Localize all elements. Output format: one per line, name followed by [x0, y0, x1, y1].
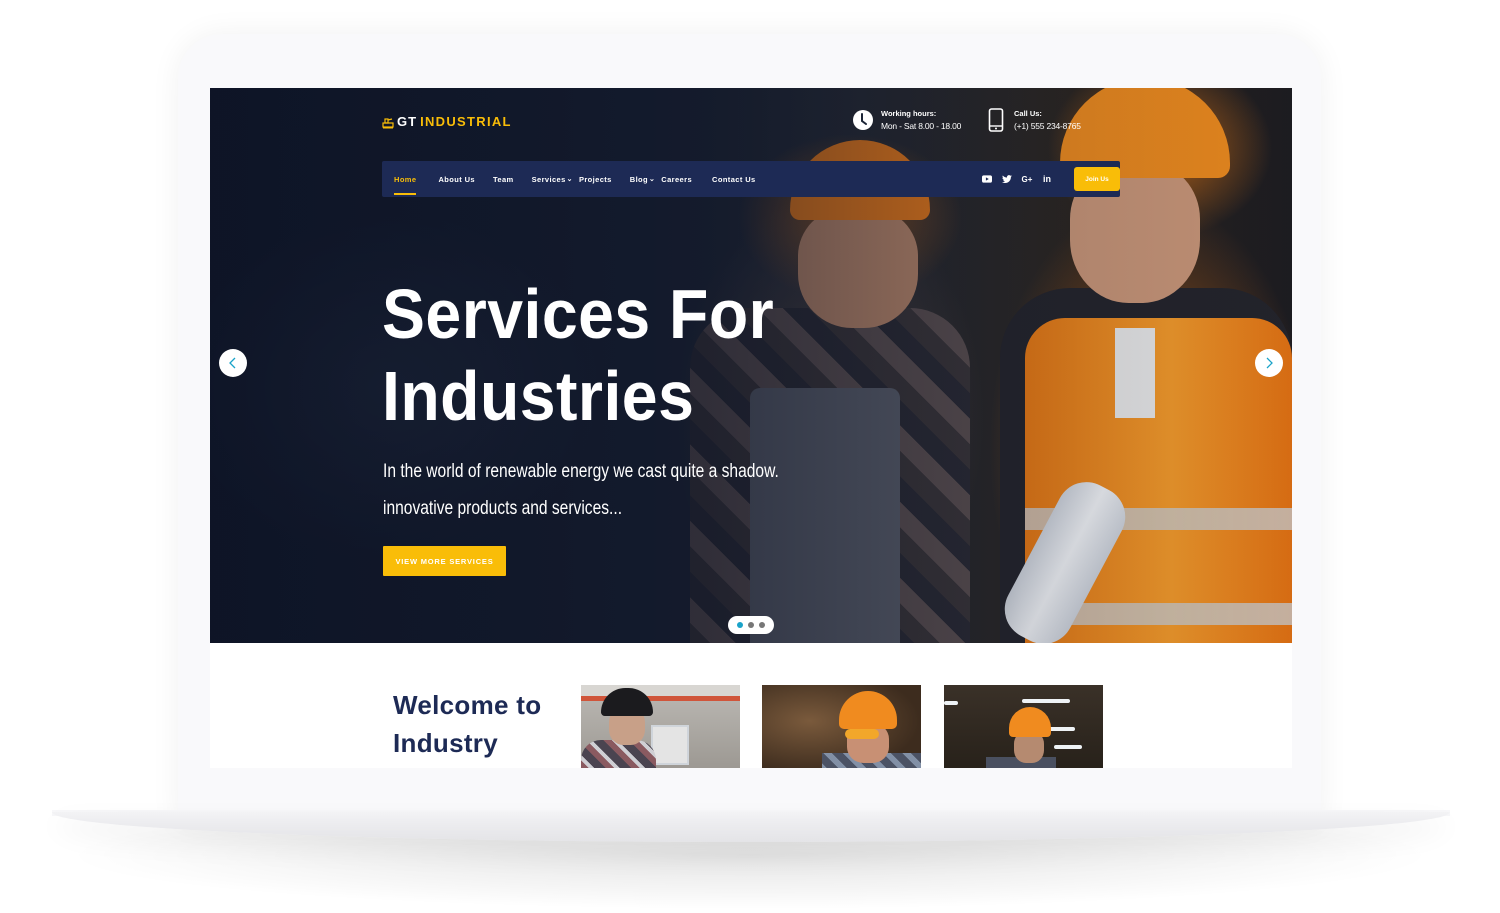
welcome-heading: Welcome to Industry [393, 686, 541, 762]
nav-item-label: Blog [629, 174, 649, 184]
hero-slider: GT INDUSTRIAL Working hours: Mon - Sat 8… [210, 88, 1292, 643]
slider-dot-1[interactable] [737, 622, 743, 628]
nav-item-label: Services [531, 174, 566, 184]
nav-item-label: Team [492, 174, 514, 184]
nav-item-label: Home [394, 174, 417, 184]
welcome-thumbnail-3 [944, 685, 1103, 768]
nav-item-team[interactable]: Team [487, 161, 520, 197]
thumbnail-worker-helmet [839, 691, 897, 729]
hero-subtitle: In the world of renewable energy we cast… [383, 453, 779, 527]
working-hours-value: Mon - Sat 8.00 - 18.00 [881, 121, 962, 131]
hero-title: Services For Industries [382, 273, 774, 437]
welcome-heading-line-1: Welcome to [393, 690, 542, 720]
thumbnail-control-panel [651, 725, 689, 765]
thumbnail-ceiling-light [944, 701, 958, 705]
call-us-label: Call Us: [1014, 109, 1042, 118]
logo-name: INDUSTRIAL [420, 114, 512, 129]
slider-prev-button[interactable] [219, 349, 247, 377]
youtube-icon[interactable] [982, 175, 992, 183]
twitter-icon[interactable] [1002, 174, 1012, 184]
nav-item-home[interactable]: Home [388, 161, 422, 197]
thumbnail-ceiling-light [1022, 699, 1070, 703]
thumbnail-worker-cap [601, 688, 653, 716]
slider-pagination [728, 616, 774, 634]
welcome-thumbnail-2 [762, 685, 921, 768]
working-hours-label: Working hours: [881, 109, 937, 118]
nav-item-about-us[interactable]: About Us [432, 161, 481, 197]
view-more-services-button[interactable]: VIEW MORE SERVICES [383, 546, 506, 576]
slider-dot-2[interactable] [748, 622, 754, 628]
main-nav: Home About Us Team Services ⌄ Projects Bl… [382, 161, 1120, 197]
logo-prefix: GT [397, 114, 418, 129]
phone-icon [984, 108, 1008, 132]
welcome-heading-line-2: Industry [393, 728, 498, 758]
nav-item-label: Contact Us [712, 174, 756, 184]
slider-next-button[interactable] [1255, 349, 1283, 377]
thumbnail-ceiling-light [1054, 745, 1082, 749]
nav-item-label: About Us [438, 174, 475, 184]
google-plus-icon[interactable]: G+ [1022, 175, 1033, 184]
hero-subtitle-line-1: In the world of renewable energy we cast… [383, 461, 779, 482]
working-hours-info: Working hours: Mon - Sat 8.00 - 18.00 [851, 108, 961, 132]
hero-title-line-1: Services For [382, 275, 775, 353]
nav-item-careers[interactable]: Careers [655, 161, 698, 197]
linkedin-icon[interactable]: in [1042, 174, 1052, 184]
website-screen: GT INDUSTRIAL Working hours: Mon - Sat 8… [210, 88, 1292, 768]
hero-title-line-2: Industries [382, 357, 695, 435]
call-us-phone[interactable]: (+1) 555 234-8765 [1014, 120, 1081, 132]
nav-item-label: Careers [661, 174, 693, 184]
welcome-thumbnail-1 [581, 685, 740, 768]
nav-menu: Home About Us Team Services ⌄ Projects Bl… [382, 161, 762, 197]
site-logo[interactable]: GT INDUSTRIAL [382, 114, 512, 129]
nav-item-services[interactable]: Services ⌄ [526, 161, 579, 197]
chevron-right-icon [1266, 357, 1273, 369]
factory-icon [382, 116, 394, 128]
join-us-button[interactable]: Join Us [1074, 167, 1120, 191]
clock-icon [851, 108, 875, 132]
call-us-info: Call Us: (+1) 555 234-8765 [984, 108, 1081, 132]
nav-item-label: Projects [578, 174, 612, 184]
chevron-left-icon [229, 357, 236, 369]
thumbnail-safety-glasses [845, 729, 879, 739]
social-links: G+ in [982, 161, 1052, 197]
slider-dot-3[interactable] [759, 622, 765, 628]
nav-item-contact-us[interactable]: Contact Us [706, 161, 762, 197]
nav-item-projects[interactable]: Projects [573, 161, 618, 197]
thumbnail-worker-helmet [1009, 707, 1051, 737]
hero-subtitle-line-2: innovative products and services... [383, 498, 623, 519]
